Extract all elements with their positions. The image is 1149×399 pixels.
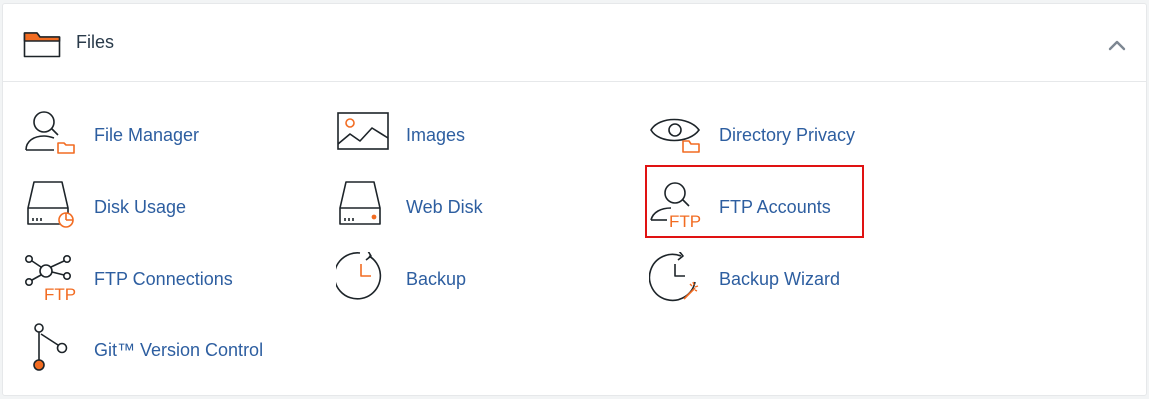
git-version-control-icon bbox=[33, 323, 68, 371]
file-manager-icon bbox=[25, 111, 75, 154]
panel-title: Files bbox=[76, 32, 115, 52]
git-version-control-link[interactable]: Git™ Version Control bbox=[24, 323, 284, 383]
item-label: FTP Connections bbox=[94, 269, 233, 289]
item-label: Backup Wizard bbox=[719, 269, 841, 289]
item-label: FTP Accounts bbox=[719, 197, 831, 217]
backup-icon bbox=[336, 252, 382, 300]
item-label: Git™ Version Control bbox=[94, 340, 264, 360]
ftp-accounts-icon: FTP bbox=[650, 182, 701, 231]
item-label: Directory Privacy bbox=[719, 125, 856, 145]
ftp-icon-text: FTP bbox=[44, 285, 76, 304]
images-icon bbox=[337, 112, 389, 150]
disk-usage-icon bbox=[27, 181, 74, 228]
ftp-icon-text: FTP bbox=[669, 212, 701, 231]
disk-usage-link[interactable]: Disk Usage bbox=[24, 180, 224, 240]
directory-privacy-link[interactable]: Directory Privacy bbox=[649, 108, 879, 168]
panel-header[interactable]: Files bbox=[3, 4, 1146, 82]
item-label: Disk Usage bbox=[94, 197, 187, 217]
item-label: Images bbox=[406, 125, 466, 145]
chevron-up-icon[interactable] bbox=[1106, 34, 1128, 56]
backup-link[interactable]: Backup bbox=[336, 252, 536, 312]
folder-icon bbox=[23, 32, 61, 58]
ftp-connections-icon: FTP bbox=[24, 254, 76, 304]
item-label: File Manager bbox=[94, 125, 200, 145]
web-disk-link[interactable]: Web Disk bbox=[336, 180, 536, 240]
backup-wizard-icon bbox=[649, 252, 699, 302]
ftp-accounts-link[interactable]: FTP FTP Accounts bbox=[649, 180, 849, 240]
item-label: Web Disk bbox=[406, 197, 483, 217]
images-link[interactable]: Images bbox=[336, 108, 536, 168]
directory-privacy-icon bbox=[650, 118, 700, 153]
web-disk-icon bbox=[339, 181, 381, 225]
item-label: Backup bbox=[406, 269, 467, 289]
ftp-connections-link[interactable]: FTP FTP Connections bbox=[24, 252, 244, 312]
file-manager-link[interactable]: File Manager bbox=[24, 108, 224, 168]
backup-wizard-link[interactable]: Backup Wizard bbox=[649, 252, 849, 312]
